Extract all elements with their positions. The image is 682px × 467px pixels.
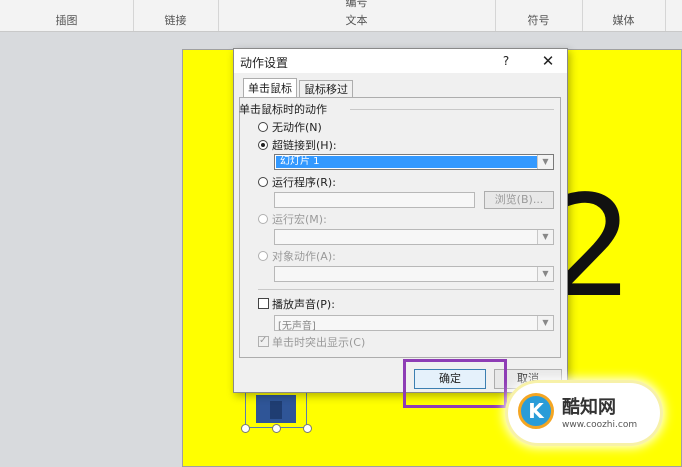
ribbon-numbering-label: 编号	[345, 0, 368, 9]
ribbon-group-label: 文本	[345, 14, 368, 27]
highlight-click-label: 单击时突出显示(C)	[272, 336, 366, 349]
ribbon: 插图 链接 编号 文本 符号 媒体	[0, 0, 682, 32]
close-button[interactable]: ✕	[536, 50, 560, 72]
section-divider	[350, 109, 554, 110]
play-sound-label: 播放声音(P):	[272, 298, 335, 311]
ribbon-group-links[interactable]: 链接	[133, 0, 219, 31]
shape-notch	[270, 401, 282, 419]
radio-run-macro[interactable]	[258, 214, 268, 224]
option-no-action-label: 无动作(N)	[272, 121, 322, 134]
ribbon-group-label: 插图	[55, 14, 78, 27]
highlight-click-checkbox[interactable]	[258, 334, 269, 348]
dialog-title-bar[interactable]: 动作设置 ? ✕	[234, 49, 567, 73]
resize-handle[interactable]	[241, 424, 250, 433]
chevron-down-icon[interactable]: ▼	[537, 230, 553, 244]
section-heading: 单击鼠标时的动作	[239, 103, 327, 116]
object-action-select[interactable]: ▼	[274, 266, 554, 282]
ribbon-group-label: 符号	[527, 14, 550, 27]
radio-no-action[interactable]	[258, 122, 268, 132]
action-settings-dialog: 动作设置 ? ✕ 单击鼠标 鼠标移过 单击鼠标时的动作 无动作(N) 超链接到(…	[233, 48, 568, 393]
dialog-title: 动作设置	[240, 56, 289, 70]
watermark: K 酷知网 www.coozhi.com	[508, 383, 660, 443]
hyperlink-select[interactable]: 幻灯片 1 ▼	[274, 154, 554, 170]
radio-object-action[interactable]	[258, 251, 268, 261]
play-sound-checkbox[interactable]	[258, 298, 269, 309]
sound-select[interactable]: [无声音] ▼	[274, 315, 554, 332]
sound-select-value: [无声音]	[278, 321, 316, 332]
ribbon-group-text[interactable]: 编号 文本	[218, 0, 496, 31]
tab-mouse-over[interactable]: 鼠标移过	[299, 80, 353, 98]
chevron-down-icon[interactable]: ▼	[537, 316, 553, 330]
divider	[258, 289, 554, 290]
option-run-macro-label: 运行宏(M):	[272, 213, 327, 226]
ribbon-group-illustrations[interactable]: 插图	[0, 0, 134, 31]
resize-handle[interactable]	[303, 424, 312, 433]
radio-run-program[interactable]	[258, 177, 268, 187]
annotation-highlight-box	[403, 359, 507, 408]
option-object-action-label: 对象动作(A):	[272, 250, 336, 263]
option-run-program-label: 运行程序(R):	[272, 176, 336, 189]
browse-button[interactable]: 浏览(B)...	[484, 191, 554, 209]
ribbon-group-media[interactable]: 媒体	[582, 0, 666, 31]
run-program-input[interactable]	[274, 192, 475, 208]
ribbon-group-label: 媒体	[612, 14, 635, 27]
run-macro-select[interactable]: ▼	[274, 229, 554, 245]
hyperlink-select-value: 幻灯片 1	[276, 156, 537, 168]
tab-mouse-click[interactable]: 单击鼠标	[243, 78, 297, 98]
radio-hyperlink[interactable]	[258, 140, 268, 150]
chevron-down-icon[interactable]: ▼	[537, 155, 553, 169]
watermark-name: 酷知网	[562, 397, 616, 418]
ribbon-group-symbols[interactable]: 符号	[495, 0, 583, 31]
chevron-down-icon[interactable]: ▼	[537, 267, 553, 281]
ribbon-group-label: 链接	[164, 14, 187, 27]
resize-handle[interactable]	[272, 424, 281, 433]
help-button[interactable]: ?	[496, 50, 516, 72]
watermark-logo-icon: K	[518, 393, 554, 429]
option-hyperlink-label: 超链接到(H):	[272, 139, 337, 152]
selected-shape[interactable]	[245, 388, 307, 428]
watermark-url: www.coozhi.com	[562, 420, 638, 430]
